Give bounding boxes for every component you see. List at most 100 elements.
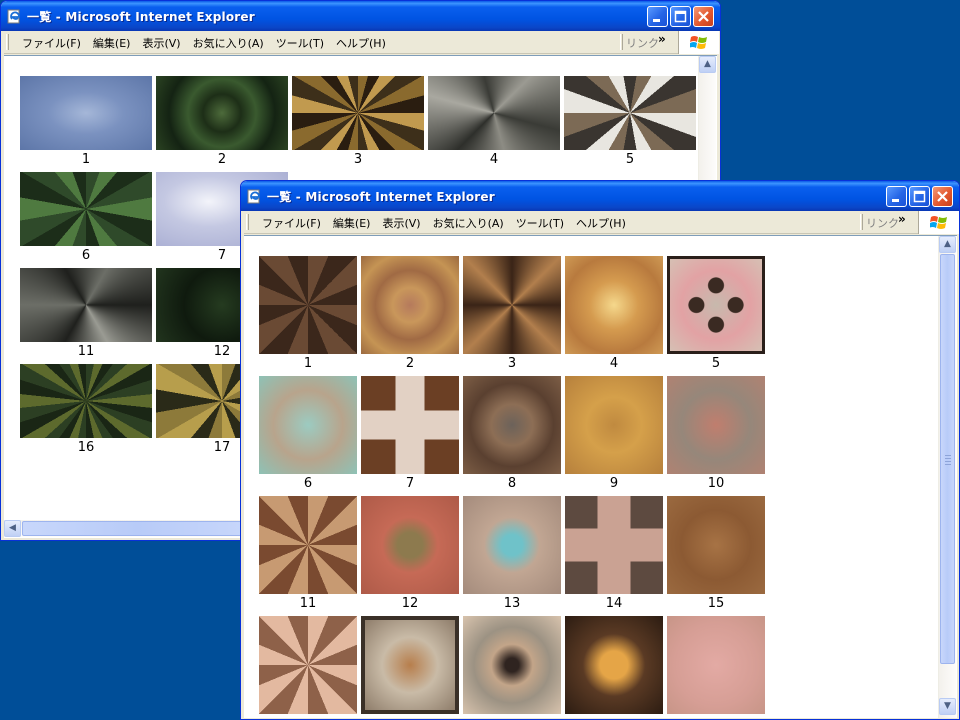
links-label: リンク [866, 217, 899, 230]
windows-logo [678, 31, 719, 54]
image-thumbnail[interactable] [463, 616, 561, 714]
image-thumbnail[interactable] [156, 76, 288, 150]
thumbnail-caption: 1 [303, 356, 313, 371]
minimize-button[interactable] [647, 6, 668, 27]
maximize-icon [674, 10, 687, 23]
window-title: 一覧 - Microsoft Internet Explorer [267, 190, 495, 204]
title-bar[interactable]: 一覧 - Microsoft Internet Explorer [241, 181, 959, 211]
image-thumbnail[interactable] [20, 76, 152, 150]
scroll-up-icon: ▲ [704, 59, 711, 69]
maximize-icon [913, 190, 926, 203]
thumbnail-caption: 3 [507, 356, 517, 371]
image-thumbnail[interactable] [259, 616, 357, 714]
menu-file[interactable]: ファイル(F) [258, 215, 329, 231]
toolbar-grip[interactable] [246, 214, 249, 230]
image-thumbnail[interactable] [463, 256, 561, 354]
image-thumbnail[interactable] [565, 256, 663, 354]
image-thumbnail[interactable] [259, 496, 357, 594]
ie-icon [7, 9, 20, 24]
windows-logo-icon [930, 216, 947, 229]
minimize-icon [653, 19, 660, 22]
maximize-button[interactable] [909, 186, 930, 207]
menu-bar: ファイル(F) 編集(E) 表示(V) お気に入り(A) ツール(T) ヘルプ(… [4, 31, 719, 54]
close-button[interactable] [693, 6, 714, 27]
horizontal-scroll-thumb[interactable] [22, 521, 252, 536]
menu-help[interactable]: ヘルプ(H) [572, 215, 634, 231]
thumbnail-caption: 4 [489, 152, 499, 167]
minimize-button[interactable] [886, 186, 907, 207]
links-chevron[interactable]: » [898, 212, 906, 226]
image-thumbnail[interactable] [20, 268, 152, 342]
thumbnail-caption: 2 [217, 152, 227, 167]
thumbnail-caption: 16 [77, 440, 95, 455]
image-thumbnail[interactable] [259, 376, 357, 474]
vertical-scrollbar[interactable]: ▲ ▼ [938, 236, 956, 718]
close-button[interactable] [932, 186, 953, 207]
menu-favorites[interactable]: お気に入り(A) [429, 215, 512, 231]
image-thumbnail[interactable] [292, 76, 424, 150]
image-thumbnail[interactable] [361, 376, 459, 474]
ie-window-front[interactable]: 一覧 - Microsoft Internet Explorer ファイル(F)… [240, 180, 960, 720]
links-chevron[interactable]: » [658, 32, 666, 46]
image-thumbnail[interactable] [361, 496, 459, 594]
menu-edit[interactable]: 編集(E) [89, 35, 139, 51]
maximize-button[interactable] [670, 6, 691, 27]
thumbnail-caption: 6 [303, 476, 313, 491]
image-thumbnail[interactable] [20, 364, 152, 438]
thumbnail-caption: 5 [625, 152, 635, 167]
menu-file[interactable]: ファイル(F) [18, 35, 89, 51]
thumbnail-caption: 13 [503, 596, 521, 611]
scroll-left-button[interactable]: ◀ [4, 520, 21, 537]
scroll-up-icon: ▲ [944, 239, 951, 249]
image-thumbnail[interactable] [259, 256, 357, 354]
thumbnail-caption: 12 [401, 596, 419, 611]
scroll-up-button[interactable]: ▲ [939, 236, 956, 253]
menu-edit[interactable]: 編集(E) [329, 215, 379, 231]
window-title: 一覧 - Microsoft Internet Explorer [27, 10, 255, 24]
links-toolbar[interactable]: リンク » [860, 211, 920, 233]
menu-view[interactable]: 表示(V) [138, 35, 188, 51]
image-thumbnail[interactable] [565, 496, 663, 594]
windows-logo-icon [690, 36, 707, 49]
image-thumbnail[interactable] [361, 616, 459, 714]
menu-tools[interactable]: ツール(T) [512, 215, 572, 231]
menu-bar: ファイル(F) 編集(E) 表示(V) お気に入り(A) ツール(T) ヘルプ(… [244, 211, 959, 234]
menu-help[interactable]: ヘルプ(H) [332, 35, 394, 51]
thumbnail-caption: 7 [405, 476, 415, 491]
thumbnail-caption: 14 [605, 596, 623, 611]
menu-favorites[interactable]: お気に入り(A) [189, 35, 272, 51]
thumbnail-caption: 11 [299, 596, 317, 611]
image-thumbnail[interactable] [667, 256, 765, 354]
links-label: リンク [626, 37, 659, 50]
thumbnail-caption: 8 [507, 476, 517, 491]
thumbnail-caption: 2 [405, 356, 415, 371]
scroll-down-button[interactable]: ▼ [939, 698, 956, 715]
image-thumbnail[interactable] [565, 376, 663, 474]
image-thumbnail[interactable] [20, 172, 152, 246]
title-bar[interactable]: 一覧 - Microsoft Internet Explorer [1, 1, 720, 31]
image-thumbnail[interactable] [361, 256, 459, 354]
image-thumbnail[interactable] [428, 76, 560, 150]
image-thumbnail[interactable] [565, 616, 663, 714]
image-thumbnail[interactable] [667, 616, 765, 714]
image-thumbnail[interactable] [463, 496, 561, 594]
menu-tools[interactable]: ツール(T) [272, 35, 332, 51]
thumbnail-caption: 11 [77, 344, 95, 359]
links-toolbar[interactable]: リンク » [620, 31, 680, 53]
image-thumbnail[interactable] [463, 376, 561, 474]
ie-icon [247, 189, 260, 204]
thumbnail-caption: 10 [707, 476, 725, 491]
thumbnail-caption: 15 [707, 596, 725, 611]
image-thumbnail[interactable] [667, 496, 765, 594]
thumbnail-caption: 4 [609, 356, 619, 371]
scroll-up-button[interactable]: ▲ [699, 56, 716, 73]
toolbar-grip[interactable] [6, 34, 9, 50]
image-thumbnail[interactable] [564, 76, 696, 150]
thumbnail-caption: 3 [353, 152, 363, 167]
image-thumbnail[interactable] [667, 376, 765, 474]
vertical-scroll-thumb[interactable] [940, 254, 955, 664]
close-icon [698, 11, 709, 22]
menu-view[interactable]: 表示(V) [378, 215, 428, 231]
thumbnail-caption: 9 [609, 476, 619, 491]
scroll-left-icon: ◀ [9, 523, 16, 533]
